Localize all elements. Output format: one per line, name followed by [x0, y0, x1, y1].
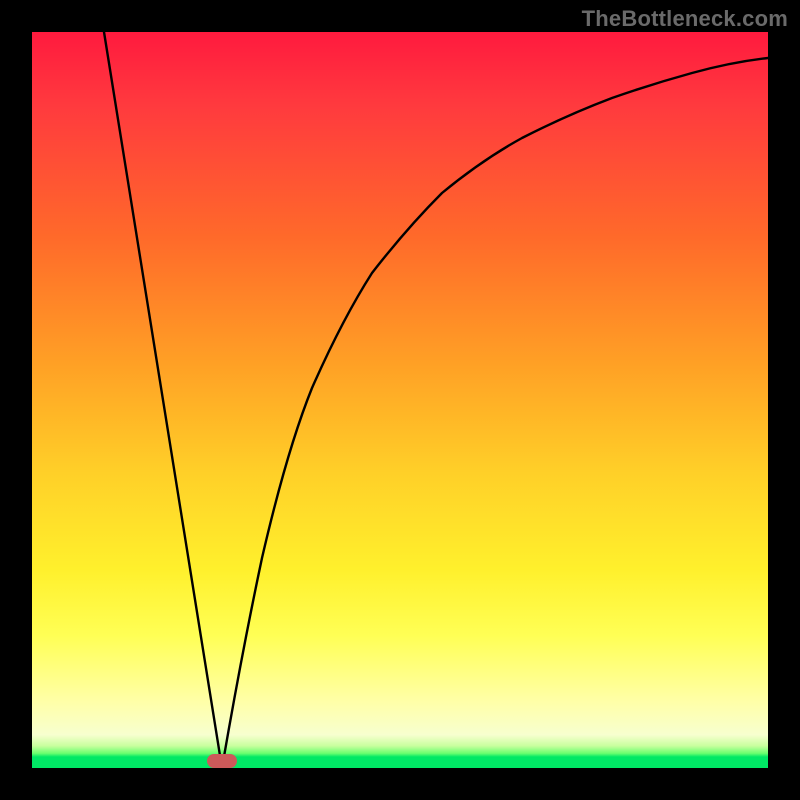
bottleneck-curve: [32, 32, 768, 768]
chart-frame: TheBottleneck.com line: [0, 0, 800, 800]
curve-right-branch: [222, 58, 768, 768]
watermark-text: TheBottleneck.com: [582, 6, 788, 32]
vertex-marker: [207, 754, 237, 768]
curve-left-branch: [104, 32, 222, 768]
plot-area: [32, 32, 768, 768]
